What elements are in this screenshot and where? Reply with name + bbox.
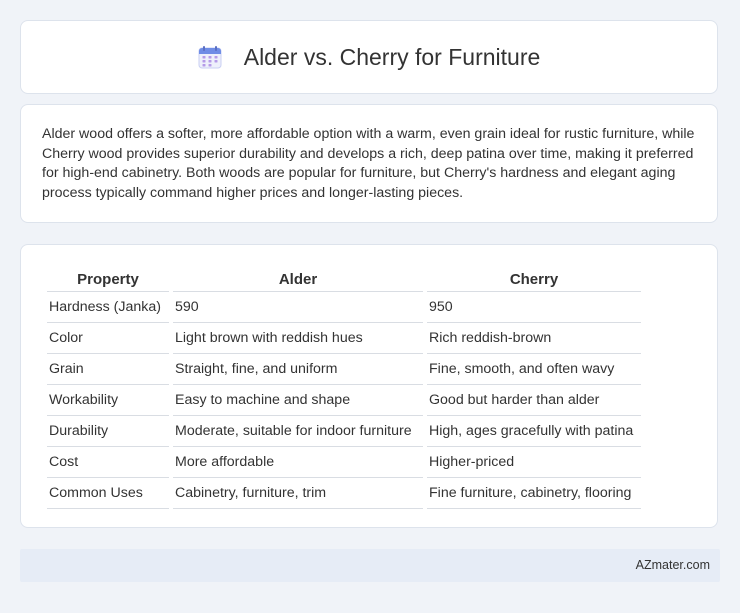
cell-alder: 590 bbox=[173, 292, 423, 323]
table-row: Color Light brown with reddish hues Rich… bbox=[47, 323, 641, 354]
cell-cherry: Fine, smooth, and often wavy bbox=[427, 354, 641, 385]
table-row: Grain Straight, fine, and uniform Fine, … bbox=[47, 354, 641, 385]
table-row: Common Uses Cabinetry, furniture, trim F… bbox=[47, 478, 641, 509]
cell-cherry: High, ages gracefully with patina bbox=[427, 416, 641, 447]
table-row: Hardness (Janka) 590 950 bbox=[47, 292, 641, 323]
cell-property: Color bbox=[47, 323, 169, 354]
cell-alder: Easy to machine and shape bbox=[173, 385, 423, 416]
footer-site-link[interactable]: AZmater.com bbox=[636, 558, 710, 572]
cell-alder: Light brown with reddish hues bbox=[173, 323, 423, 354]
footer-bar: AZmater.com bbox=[20, 549, 720, 582]
cell-property: Common Uses bbox=[47, 478, 169, 509]
cell-property: Grain bbox=[47, 354, 169, 385]
cell-alder: More affordable bbox=[173, 447, 423, 478]
cell-property: Workability bbox=[47, 385, 169, 416]
cell-cherry: Good but harder than alder bbox=[427, 385, 641, 416]
table-row: Cost More affordable Higher-priced bbox=[47, 447, 641, 478]
cell-property: Hardness (Janka) bbox=[47, 292, 169, 323]
cell-property: Durability bbox=[47, 416, 169, 447]
cell-alder: Moderate, suitable for indoor furniture bbox=[173, 416, 423, 447]
calendar-icon bbox=[198, 46, 222, 69]
header-alder: Alder bbox=[173, 265, 423, 292]
cell-alder: Cabinetry, furniture, trim bbox=[173, 478, 423, 509]
cell-alder: Straight, fine, and uniform bbox=[173, 354, 423, 385]
cell-cherry: Fine furniture, cabinetry, flooring bbox=[427, 478, 641, 509]
table-header-row: Property Alder Cherry bbox=[47, 265, 641, 292]
page-title: Alder vs. Cherry for Furniture bbox=[243, 43, 541, 70]
description-card: Alder wood offers a softer, more afforda… bbox=[20, 104, 718, 223]
cell-property: Cost bbox=[47, 447, 169, 478]
comparison-table: Property Alder Cherry Hardness (Janka) 5… bbox=[43, 265, 645, 509]
header-property: Property bbox=[47, 265, 169, 292]
cell-cherry: 950 bbox=[427, 292, 641, 323]
table-row: Durability Moderate, suitable for indoor… bbox=[47, 416, 641, 447]
description-text: Alder wood offers a softer, more afforda… bbox=[42, 126, 695, 201]
cell-cherry: Higher-priced bbox=[427, 447, 641, 478]
table-row: Workability Easy to machine and shape Go… bbox=[47, 385, 641, 416]
title-card: Alder vs. Cherry for Furniture bbox=[20, 20, 718, 94]
comparison-card: Property Alder Cherry Hardness (Janka) 5… bbox=[20, 244, 718, 528]
cell-cherry: Rich reddish-brown bbox=[427, 323, 641, 354]
header-cherry: Cherry bbox=[427, 265, 641, 292]
